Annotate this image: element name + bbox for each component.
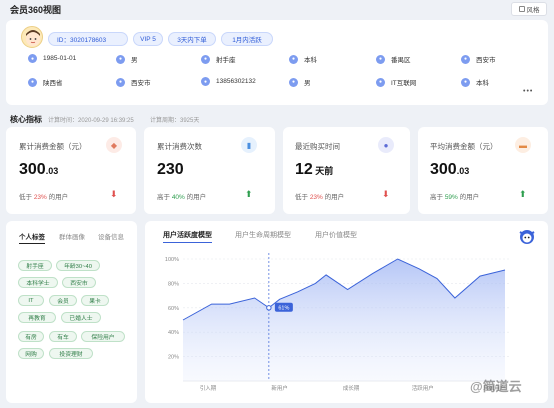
metric-card-average-amount: 平均消费金额（元） ▬ 300.03 高于 59% 的用户 ⬆ — [418, 127, 548, 214]
info-education-2: ● 本科 — [461, 77, 489, 87]
watermark: @简道云 — [470, 379, 522, 394]
tab-device-info[interactable]: 设备信息 — [98, 231, 124, 241]
x-tick-label: 活跃用户 — [412, 384, 434, 392]
calendar-icon: ● — [28, 54, 37, 63]
info-district: ● 番禺区 — [376, 54, 411, 64]
label-tag: 保险用户 — [81, 331, 125, 342]
order-tag: 3天内下单 — [168, 32, 216, 46]
member-id-badge: ID：3020178603 — [48, 32, 128, 46]
tags-card: 个人标签 群体画像 设备信息 射手座 年龄30~40 本科学士 西安市 IT 会… — [6, 221, 137, 403]
label-tag: 有房 — [18, 331, 44, 342]
x-tick-label: 成长期 — [343, 384, 360, 392]
style-button[interactable]: 风格 — [511, 2, 547, 16]
info-province: ● 陕西省 — [28, 77, 63, 87]
label-tag: 西安市 — [62, 277, 96, 288]
info-education: ● 本科 — [289, 54, 317, 64]
metric-label: 累计消费次数 — [157, 142, 202, 151]
metric-value: 12 天前 — [295, 161, 334, 178]
province-icon: ● — [28, 77, 37, 87]
metric-card-recent-purchase: 最近购买时间 ● 12 天前 低于 23% 的用户 ⬇ — [283, 127, 410, 214]
education-icon: ● — [289, 54, 298, 64]
city-icon: ● — [461, 54, 470, 64]
education-icon: ● — [461, 77, 470, 87]
label-tag: 有车 — [49, 331, 77, 342]
metric-value: 300.03 — [19, 161, 59, 178]
calc-period: 计算周期：3925天 — [150, 118, 200, 124]
metric-card-count: 累计消费次数 ▮ 230 高于 40% 的用户 ⬆ — [144, 127, 275, 214]
metric-foot: 高于 59% 的用户 — [430, 194, 480, 201]
clock-icon: ● — [378, 137, 394, 153]
y-tick-label: 20% — [168, 355, 179, 361]
star-icon: ● — [201, 54, 210, 64]
label-tag: 投资理财 — [49, 348, 93, 359]
y-tick-label: 80% — [168, 281, 179, 287]
trend-up-icon: ⬆ — [519, 189, 527, 199]
label-tag: 再教育 — [18, 312, 56, 323]
info-zodiac: ● 射手座 — [201, 54, 236, 64]
label-tag: 本科学士 — [18, 277, 58, 288]
label-tag: 已婚人士 — [61, 312, 101, 323]
metric-foot: 低于 23% 的用户 — [19, 194, 69, 201]
city-icon: ● — [116, 77, 125, 87]
money-bag-icon: ◆ — [106, 137, 122, 153]
y-tick-label: 100% — [165, 257, 179, 263]
section-title: 核心指标 — [10, 115, 42, 124]
active-tag: 1月内活跃 — [221, 32, 273, 46]
info-gender: ● 男 — [116, 54, 138, 64]
info-city-2: ● 西安市 — [116, 77, 151, 87]
trend-up-icon: ⬆ — [245, 189, 253, 199]
info-birthday: ● 1985-01-01 — [28, 54, 76, 63]
calc-time: 计算时间：2020-09-29 16:39:25 — [48, 118, 134, 124]
location-icon: ● — [376, 54, 385, 64]
metric-card-total-amount: 累计消费金额（元） ◆ 300.03 低于 23% 的用户 ⬇ — [6, 127, 136, 214]
label-tag: 网购 — [18, 348, 44, 359]
label-tag: 会员 — [49, 295, 77, 306]
label-tag: 年龄30~40 — [56, 260, 100, 271]
wallet-icon: ▬ — [515, 137, 531, 153]
page-title: 会员360视图 — [10, 5, 62, 15]
style-icon — [518, 6, 525, 12]
profile-card: ID：3020178603 VIP 5 3天内下单 1月内活跃 ● 1985-01… — [6, 20, 548, 105]
gender-icon: ● — [289, 77, 298, 87]
label-tag: 射手座 — [18, 260, 52, 271]
tab-personal-tags[interactable]: 个人标签 — [19, 231, 45, 244]
info-industry: ● IT互联网 — [376, 77, 416, 87]
chart-card: 用户活跃度模型 用户生命周期模型 用户价值模型 100% 80% 60% 40% 20%… — [145, 221, 548, 403]
tab-group-portrait[interactable]: 群体画像 — [59, 231, 85, 241]
metric-foot: 高于 40% 的用户 — [157, 194, 207, 201]
more-button[interactable]: ••• — [523, 88, 533, 95]
bar-chart-icon: ▮ — [241, 137, 257, 153]
label-tag: 果卡 — [81, 295, 109, 306]
trend-down-icon: ⬇ — [382, 189, 390, 199]
industry-icon: ● — [376, 77, 385, 87]
x-tick-label: 新用户 — [271, 384, 288, 392]
vip-badge: VIP 5 — [133, 32, 163, 46]
info-gender-2: ● 男 — [289, 77, 311, 87]
trend-down-icon: ⬇ — [110, 189, 118, 199]
label-tag: IT — [18, 295, 44, 306]
y-tick-label: 40% — [168, 330, 179, 336]
x-tick-label: 引入期 — [200, 384, 217, 392]
avatar — [21, 26, 43, 48]
metric-label: 平均消费金额（元） — [430, 142, 498, 151]
info-phone: ● 13856302132 — [201, 77, 256, 86]
metric-foot: 低于 23% 的用户 — [295, 194, 345, 201]
metric-label: 最近购买时间 — [295, 142, 340, 151]
gender-icon: ● — [116, 54, 125, 64]
style-button-label: 风格 — [526, 7, 540, 14]
marker-label: 61% — [278, 306, 289, 312]
metric-value: 300.03 — [430, 161, 470, 178]
metric-label: 累计消费金额（元） — [19, 142, 87, 151]
series-area — [183, 259, 505, 381]
marker-point — [266, 305, 272, 311]
info-city: ● 西安市 — [461, 54, 496, 64]
phone-icon: ● — [201, 77, 210, 86]
y-tick-label: 60% — [168, 306, 179, 312]
metric-value: 230 — [157, 161, 184, 178]
